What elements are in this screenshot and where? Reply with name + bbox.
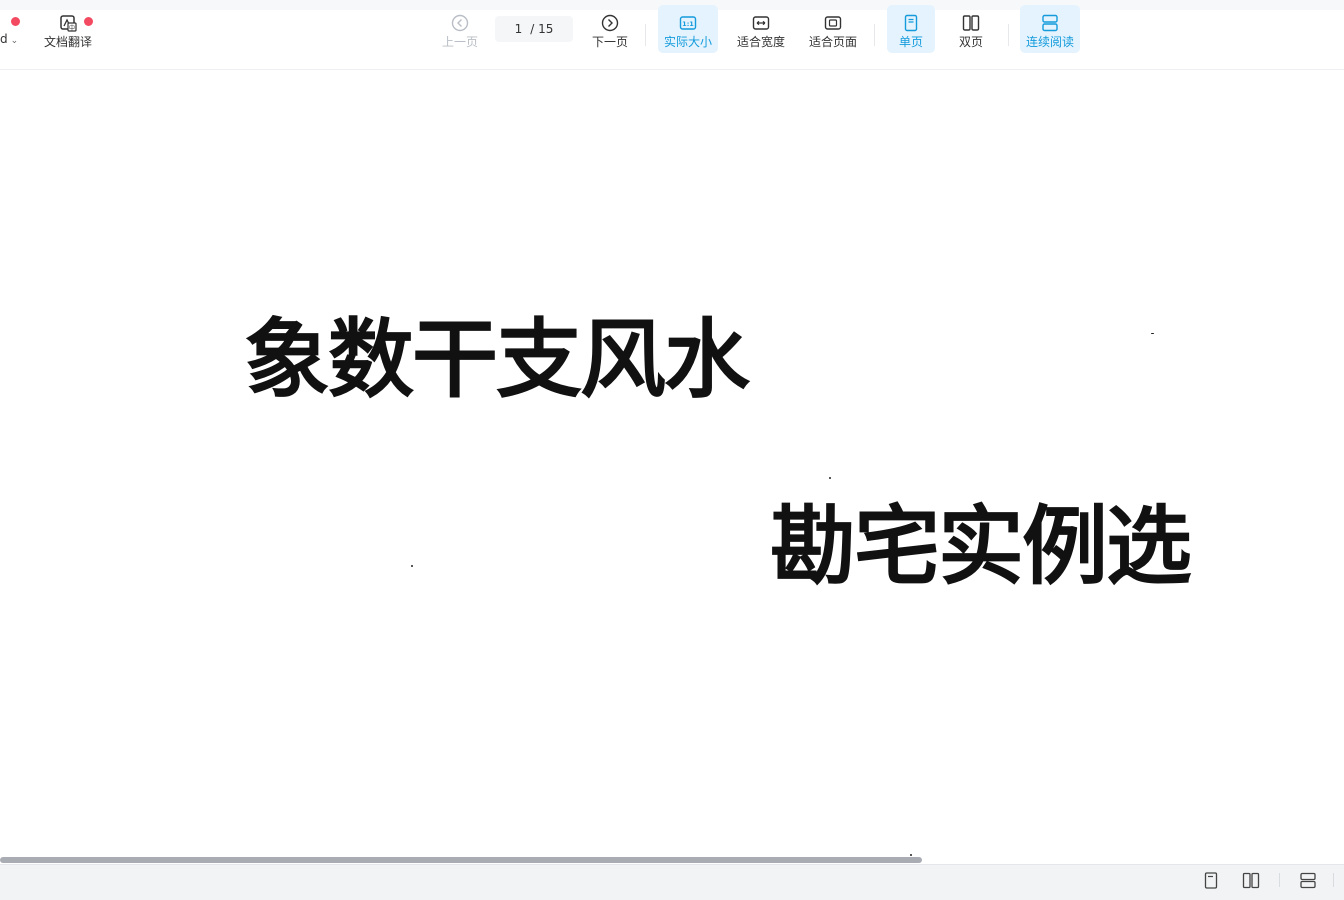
translate-badge-dot (84, 17, 93, 26)
current-page: 1 (514, 22, 523, 36)
fit-width-button[interactable]: 适合宽度 (731, 5, 791, 53)
status-bar (0, 864, 1344, 900)
scan-speck (411, 565, 413, 567)
status-continuous-button[interactable] (1296, 869, 1320, 891)
page-number-input[interactable]: 1 / 15 (495, 16, 573, 42)
double-page-label: 双页 (958, 35, 983, 49)
svg-text:中: 中 (69, 24, 75, 32)
app-menu-label: d (0, 32, 8, 46)
next-page-icon (600, 13, 620, 33)
continuous-read-button[interactable]: 连续阅读 (1020, 5, 1080, 53)
single-page-icon (901, 13, 921, 33)
single-page-label: 单页 (898, 35, 923, 49)
document-page: 象数干支风水 勘宅实例选 (0, 71, 1344, 860)
scan-speck (910, 854, 912, 856)
fit-page-label: 适合页面 (808, 35, 857, 49)
app-menu-dropdown[interactable]: d ⌄ (0, 32, 18, 46)
actual-size-label: 实际大小 (663, 35, 712, 49)
status-double-page-button[interactable] (1239, 869, 1263, 891)
fit-width-label: 适合宽度 (736, 35, 785, 49)
continuous-label: 连续阅读 (1025, 35, 1074, 49)
continuous-icon (1040, 13, 1060, 33)
status-divider (1333, 873, 1334, 887)
toolbar-divider (645, 24, 646, 46)
double-page-button[interactable]: 双页 (947, 5, 995, 53)
document-title-line2: 勘宅实例选 (770, 496, 1192, 597)
scan-speck (1151, 333, 1154, 334)
prev-page-icon (450, 13, 470, 33)
fit-page-button[interactable]: 适合页面 (803, 5, 863, 53)
translate-button[interactable]: 中 文档翻译 (40, 5, 96, 53)
status-divider (1279, 873, 1280, 887)
single-page-icon (1204, 871, 1218, 889)
prev-page-label: 上一页 (441, 35, 478, 49)
actual-size-button[interactable]: 1:1 实际大小 (658, 5, 718, 53)
translate-icon: 中 (58, 13, 78, 33)
document-title-line1: 象数干支风水 (244, 309, 750, 410)
horizontal-scrollbar[interactable] (0, 857, 922, 863)
fit-page-icon (823, 13, 843, 33)
translate-label: 文档翻译 (43, 35, 92, 49)
continuous-icon (1300, 872, 1316, 888)
scan-speck (829, 477, 831, 479)
chevron-down-icon: ⌄ (10, 36, 19, 46)
toolbar-divider (874, 24, 875, 46)
fit-width-icon (751, 13, 771, 33)
double-page-icon (961, 13, 981, 33)
notification-dot (11, 17, 20, 26)
total-pages: / 15 (530, 22, 554, 36)
next-page-button[interactable]: 下一页 (586, 5, 634, 53)
svg-text:1:1: 1:1 (682, 20, 694, 28)
actual-size-icon: 1:1 (678, 13, 698, 33)
next-page-label: 下一页 (591, 35, 628, 49)
double-page-icon (1242, 872, 1260, 888)
status-single-page-button[interactable] (1199, 869, 1223, 891)
prev-page-button[interactable]: 上一页 (436, 5, 484, 53)
toolbar-divider (1008, 24, 1009, 46)
single-page-button[interactable]: 单页 (887, 5, 935, 53)
